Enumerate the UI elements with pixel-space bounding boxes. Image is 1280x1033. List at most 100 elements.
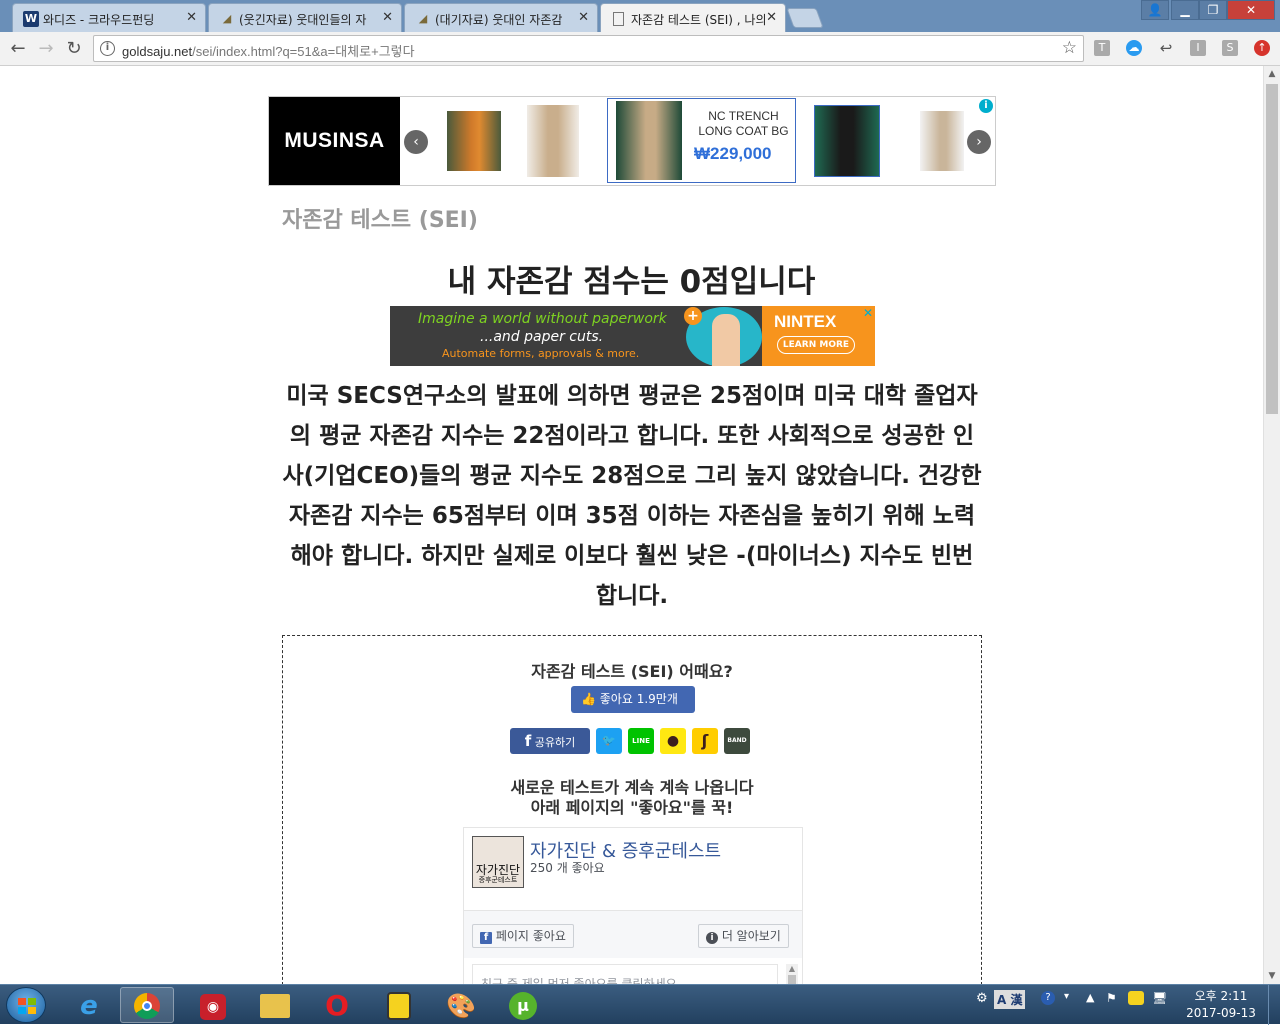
document-icon: [613, 12, 624, 26]
kakaostory-share-icon[interactable]: ʃ: [692, 728, 718, 754]
tab-title: (대기자료) 웃대인 자존감: [435, 13, 563, 27]
friends-like-prompt: 친구 중 제일 먼저 좋아요를 클릭하세요: [472, 964, 778, 984]
ad-info-icon[interactable]: i: [979, 99, 993, 113]
tab-strip: W 와디즈 - 크라우드펀딩 ✕ ◢ (웃긴자료) 웃대인들의 자 ✕ ◢ (대…: [0, 0, 1280, 32]
ime-indicator[interactable]: A 漢: [994, 990, 1026, 1009]
reload-icon[interactable]: ↻: [63, 38, 85, 60]
network-icon[interactable]: 🖥: [1152, 991, 1167, 1005]
product-image[interactable]: [920, 111, 964, 171]
windows-logo-icon: [18, 998, 36, 1014]
address-bar[interactable]: i goldsaju.net/sei/index.html?q=51&a=대체로…: [93, 35, 1084, 62]
forward-icon[interactable]: →: [35, 38, 57, 60]
result-description: 미국 SECS연구소의 발표에 의하면 평균은 25점이며 미국 대학 졸업자의…: [282, 383, 982, 609]
action-center-icon[interactable]: ⚑: [1106, 991, 1117, 1005]
bookmark-star-icon[interactable]: ☆: [1062, 38, 1077, 58]
new-tab-button[interactable]: [786, 8, 824, 28]
scroll-up-icon[interactable]: ▲: [1264, 66, 1280, 82]
minimize-button[interactable]: ▁: [1171, 0, 1199, 20]
clock-time: 오후 2:11: [1194, 989, 1248, 1003]
extension-i-icon[interactable]: I: [1190, 40, 1206, 56]
facebook-page-plugin: 자가진단 증후군테스트 자가진단 & 증후군테스트 250 개 좋아요 f 페이지…: [463, 827, 803, 984]
close-icon[interactable]: ✕: [186, 10, 197, 25]
chrome-icon[interactable]: [120, 987, 174, 1023]
system-clock[interactable]: 오후 2:11 2017-09-13: [1183, 988, 1259, 1022]
close-icon[interactable]: ✕: [766, 10, 777, 25]
opera-icon[interactable]: O: [310, 987, 364, 1023]
tab-title: 자존감 테스트 (SEI) , 나의: [631, 13, 767, 27]
tab-humor-1[interactable]: ◢ (웃긴자료) 웃대인들의 자 ✕: [208, 3, 402, 32]
featured-product-price: ₩229,000: [694, 144, 772, 163]
app-red-icon[interactable]: ◉: [186, 987, 240, 1023]
ad-subheadline: ...and paper cuts.: [480, 329, 604, 345]
ime-options-icon[interactable]: ▾: [1064, 991, 1069, 1002]
page-like-button[interactable]: f 페이지 좋아요: [472, 924, 574, 948]
kakaotalk-tray-icon[interactable]: [1128, 991, 1144, 1005]
facebook-icon: f: [480, 932, 492, 944]
hat-icon: ◢: [222, 12, 232, 25]
scroll-thumb[interactable]: [1266, 84, 1278, 414]
language-bar-icon[interactable]: ⚙: [976, 991, 988, 1006]
url-text: goldsaju.net/sei/index.html?q=51&a=대체로+그…: [122, 44, 415, 59]
tab-title: (웃긴자료) 웃대인들의 자: [239, 13, 367, 27]
utorrent-icon[interactable]: µ: [496, 987, 550, 1023]
close-window-button[interactable]: ✕: [1227, 0, 1275, 20]
tab-title: 와디즈 - 크라우드펀딩: [43, 13, 155, 27]
carousel-next-button[interactable]: ›: [967, 130, 991, 154]
plugin-scrollbar[interactable]: ▲: [786, 964, 798, 984]
reply-extension-icon[interactable]: ↩: [1158, 40, 1174, 56]
tab-humor-2[interactable]: ◢ (대기자료) 웃대인 자존감 ✕: [404, 3, 598, 32]
notepad-app-icon[interactable]: [372, 987, 426, 1023]
tab-wadiz[interactable]: W 와디즈 - 크라우드펀딩 ✕: [12, 3, 206, 32]
help-icon[interactable]: ?: [1041, 991, 1055, 1005]
scroll-down-icon[interactable]: ▼: [1264, 968, 1280, 984]
internet-explorer-icon[interactable]: e: [62, 987, 116, 1023]
upload-extension-icon[interactable]: ↑: [1254, 40, 1270, 56]
maximize-button[interactable]: ❐: [1199, 0, 1227, 20]
product-image[interactable]: [814, 105, 880, 177]
extension-s-icon[interactable]: S: [1222, 40, 1238, 56]
facebook-icon: f: [524, 732, 532, 750]
share-box: 자존감 테스트 (SEI) 어때요? 👍 좋아요 1.9만개 f 공유하기 🐦 …: [282, 635, 982, 984]
wadiz-icon: W: [23, 11, 39, 27]
ad-tagline: Automate forms, approvals & more.: [442, 347, 640, 360]
file-explorer-icon[interactable]: [248, 987, 302, 1023]
line-share-icon[interactable]: LINE: [628, 728, 654, 754]
hat-icon: ◢: [418, 12, 428, 25]
page-like-count: 250 개 좋아요: [530, 861, 605, 875]
extension-t-icon[interactable]: T: [1094, 40, 1110, 56]
carousel-prev-button[interactable]: ‹: [404, 130, 428, 154]
product-image[interactable]: [447, 111, 501, 171]
ad-close-icon[interactable]: ✕: [863, 306, 873, 320]
band-share-icon[interactable]: BAND: [724, 728, 750, 754]
thumbs-up-icon: 👍: [581, 692, 600, 706]
page-thumbnail[interactable]: 자가진단 증후군테스트: [472, 836, 524, 888]
user-icon[interactable]: 👤: [1141, 0, 1169, 20]
start-button[interactable]: [6, 987, 46, 1023]
musinsa-ad-banner[interactable]: MUSINSA ‹ NC TRENCH LONG COAT BG ₩229,000…: [268, 96, 996, 186]
paint-icon[interactable]: 🎨: [434, 987, 488, 1023]
featured-product[interactable]: NC TRENCH LONG COAT BG ₩229,000: [607, 98, 796, 183]
nintex-ad[interactable]: Imagine a world without paperwork ...and…: [390, 306, 875, 366]
musinsa-logo: MUSINSA: [269, 97, 400, 185]
info-icon: i: [706, 932, 718, 944]
tray-expand-icon[interactable]: ▲: [1086, 991, 1094, 1004]
product-image[interactable]: [527, 105, 579, 177]
twitter-share-icon[interactable]: 🐦: [596, 728, 622, 754]
kakaotalk-share-icon[interactable]: ●: [660, 728, 686, 754]
learn-more-button[interactable]: i 더 알아보기: [698, 924, 789, 948]
browser-toolbar: ← → ↻ i goldsaju.net/sei/index.html?q=51…: [0, 32, 1280, 66]
info-icon[interactable]: i: [100, 41, 115, 56]
clock-date: 2017-09-13: [1186, 1006, 1256, 1020]
tab-sei-test[interactable]: 자존감 테스트 (SEI) , 나의 ✕: [600, 3, 786, 32]
result-heading: 내 자존감 점수는 0점입니다: [447, 264, 816, 300]
facebook-like-button[interactable]: 👍 좋아요 1.9만개: [571, 686, 695, 713]
show-desktop-button[interactable]: [1268, 985, 1280, 1025]
facebook-share-button[interactable]: f 공유하기: [510, 728, 590, 754]
close-icon[interactable]: ✕: [578, 10, 589, 25]
page-scrollbar[interactable]: ▲ ▼: [1263, 66, 1280, 984]
close-icon[interactable]: ✕: [382, 10, 393, 25]
windows-taskbar: e ◉ O 🎨 µ ⚙ A 漢 ? ▾ ▲ ⚑ 🖥 오후 2:11 2017-0…: [0, 984, 1280, 1025]
cloud-extension-icon[interactable]: ☁: [1126, 40, 1142, 56]
learn-more-button[interactable]: LEARN MORE: [777, 336, 855, 354]
back-icon[interactable]: ←: [7, 38, 29, 60]
